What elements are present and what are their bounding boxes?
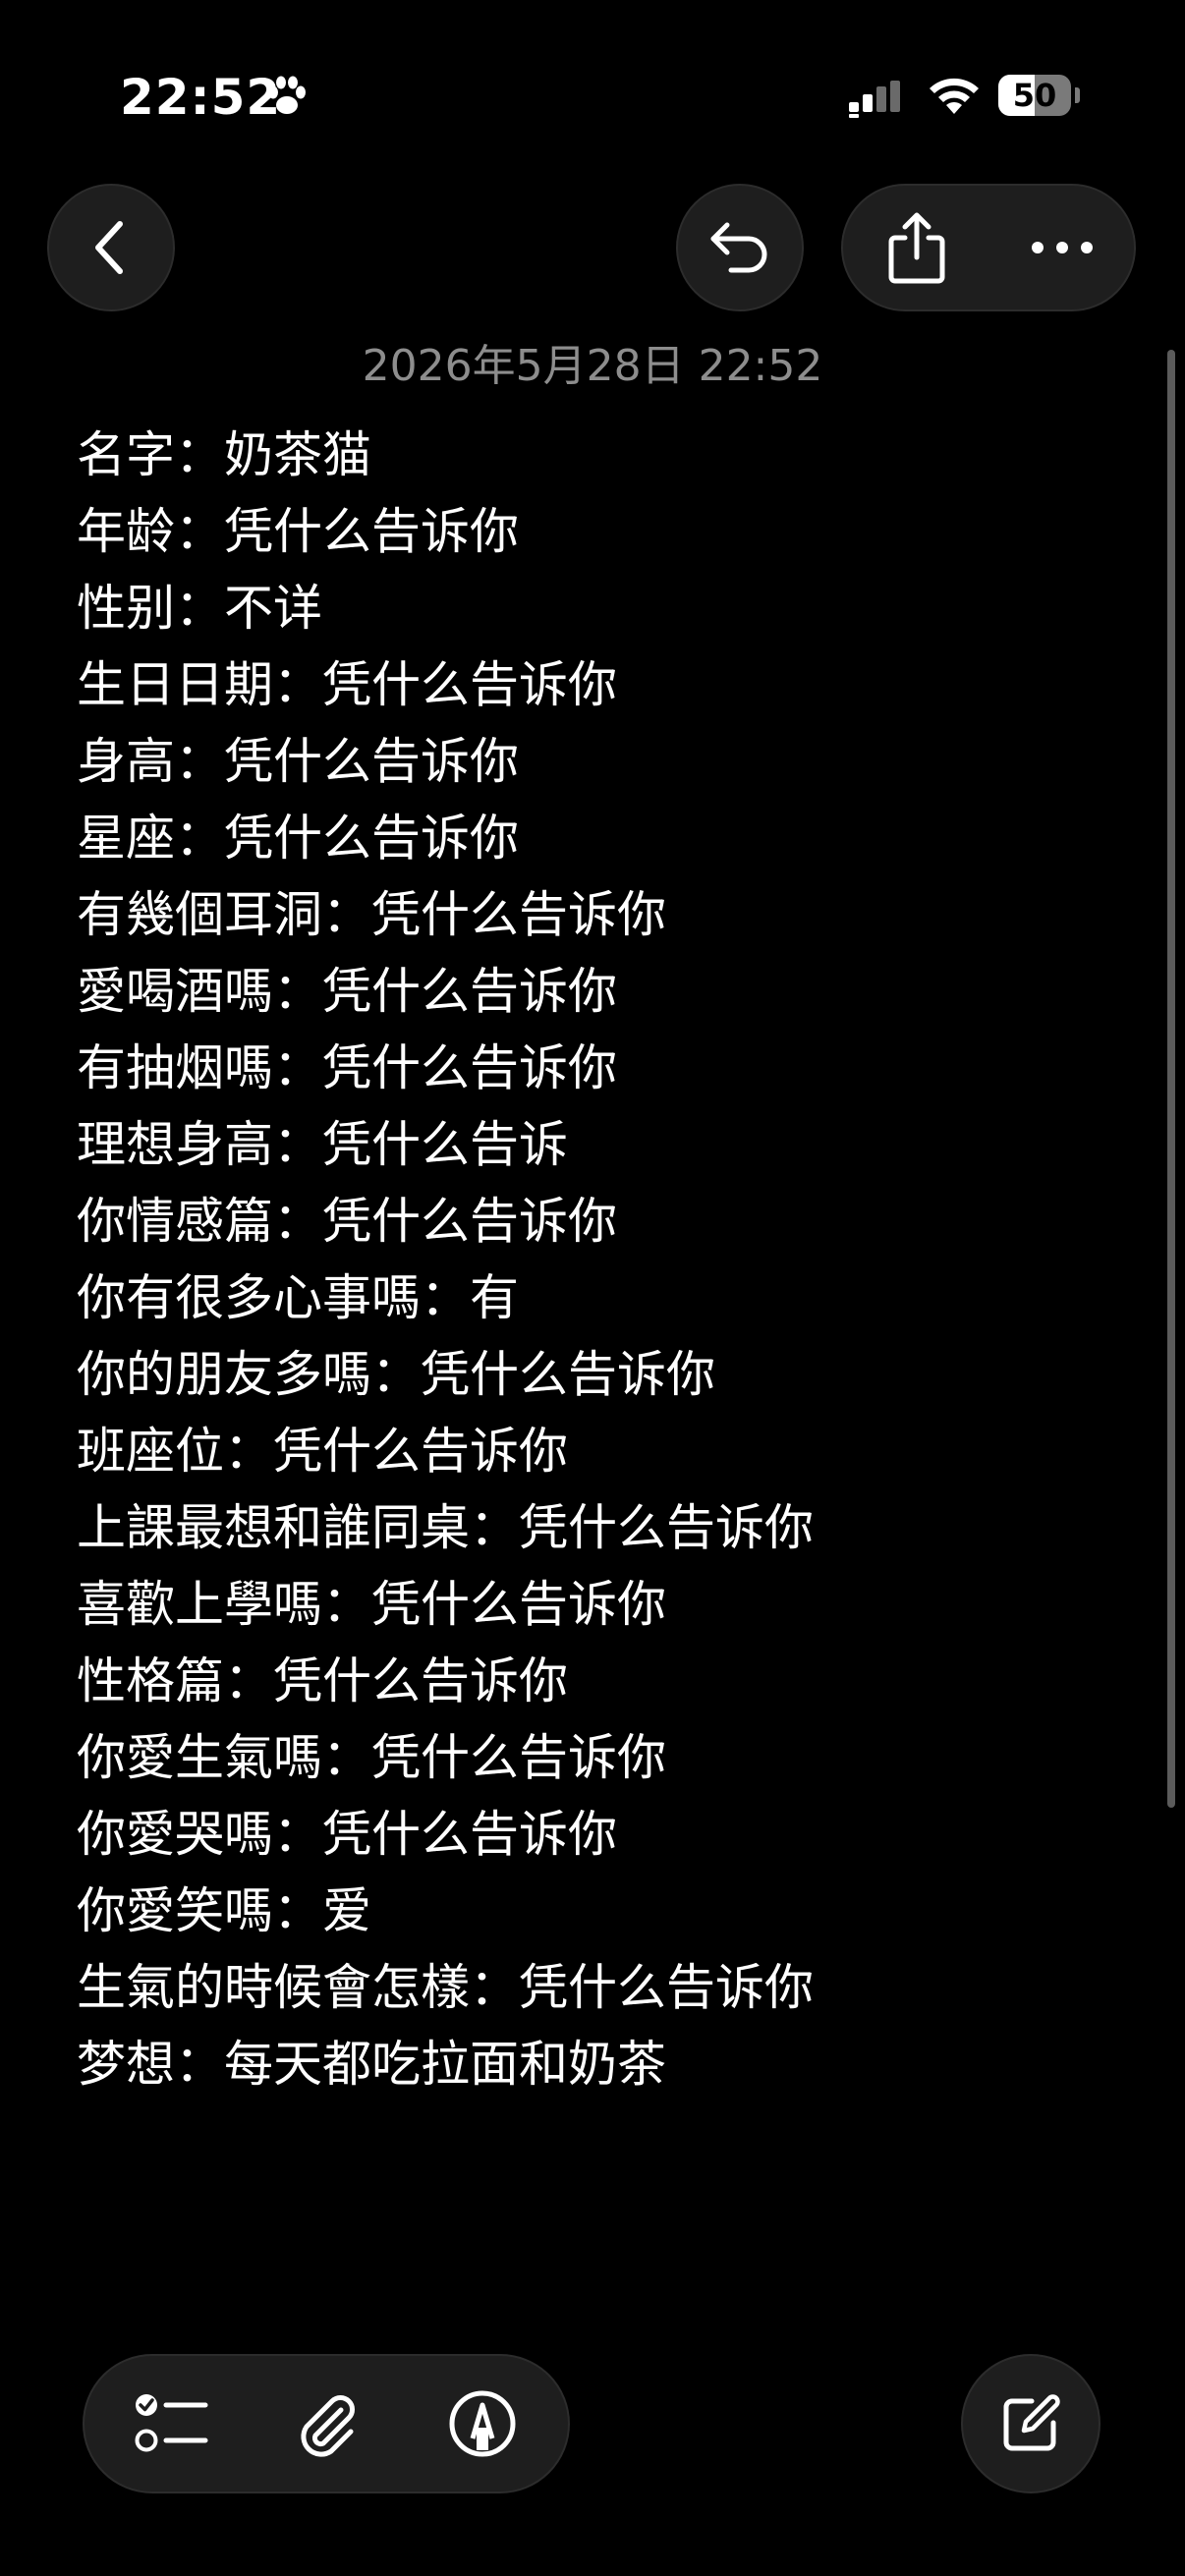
battery-cap (1075, 87, 1080, 103)
note-line: 你愛笑嗎：爱 (77, 1882, 371, 1939)
battery-level: 50 (1012, 77, 1057, 114)
undo-button[interactable] (676, 184, 804, 311)
share-more-group (841, 184, 1136, 311)
note-line: 生氣的時候會怎樣：凭什么告诉你 (77, 1959, 814, 2016)
note-line: 年龄：凭什么告诉你 (77, 503, 519, 560)
checklist-button[interactable] (98, 2356, 246, 2492)
cellular-signal-icon (849, 81, 900, 118)
note-line: 班座位：凭什么告诉你 (77, 1423, 568, 1480)
wifi-icon (930, 78, 979, 114)
compose-button[interactable] (961, 2354, 1100, 2493)
markup-pen-icon (449, 2390, 516, 2457)
note-line: 上課最想和誰同桌：凭什么告诉你 (77, 1499, 814, 1556)
compose-icon (1003, 2394, 1060, 2451)
bottom-toolbar (83, 2354, 570, 2493)
note-line: 你有很多心事嗎：有 (77, 1269, 519, 1326)
battery-body: 50 (998, 75, 1071, 116)
ellipsis-icon (1032, 242, 1093, 253)
checklist-icon (135, 2394, 208, 2452)
status-bar: 22:52 50 (0, 0, 1185, 187)
status-time: 22:52 (120, 69, 282, 126)
paw-icon (268, 76, 306, 114)
markup-button[interactable] (409, 2356, 556, 2492)
note-line: 你的朋友多嗎：凭什么告诉你 (77, 1346, 715, 1403)
undo-icon (710, 222, 767, 273)
chevron-left-icon (95, 221, 123, 274)
note-body[interactable]: 名字：奶茶猫年龄：凭什么告诉你 性别：不详生日日期：凭什么告诉你 身高：凭什么告诉你… (77, 417, 1118, 2102)
more-options-button[interactable] (990, 186, 1134, 309)
note-line: 名字：奶茶猫 (77, 426, 371, 483)
note-line: 有抽烟嗎：凭什么告诉你 (77, 1039, 617, 1096)
note-line: 性格篇：凭什么告诉你 (77, 1652, 568, 1709)
note-line: 愛喝酒嗎：凭什么告诉你 (77, 963, 617, 1020)
scroll-indicator[interactable] (1167, 350, 1175, 1808)
share-icon (888, 212, 945, 284)
note-line: 理想身高：凭什么告诉 (77, 1116, 568, 1173)
note-line: 星座：凭什么告诉你 (77, 810, 519, 867)
note-line: 你情感篇：凭什么告诉你 (77, 1193, 617, 1250)
back-button[interactable] (47, 184, 175, 311)
attachment-button[interactable] (254, 2356, 401, 2492)
note-line: 身高：凭什么告诉你 (77, 733, 519, 790)
note-date: 2026年5月28日 22:52 (362, 341, 823, 391)
note-line: 生日日期：凭什么告诉你 (77, 656, 617, 713)
note-line: 性别：不详 (77, 580, 322, 637)
note-line: 你愛哭嗎：凭什么告诉你 (77, 1806, 617, 1863)
note-line: 喜歡上學嗎：凭什么告诉你 (77, 1576, 666, 1633)
note-line: 你愛生氣嗎：凭什么告诉你 (77, 1729, 666, 1786)
share-button[interactable] (843, 186, 990, 309)
paperclip-icon (301, 2395, 355, 2457)
note-line: 梦想：每天都吃拉面和奶茶 (77, 2036, 666, 2093)
note-line: 有幾個耳洞：凭什么告诉你 (77, 886, 666, 943)
battery-icon: 50 (998, 75, 1080, 116)
